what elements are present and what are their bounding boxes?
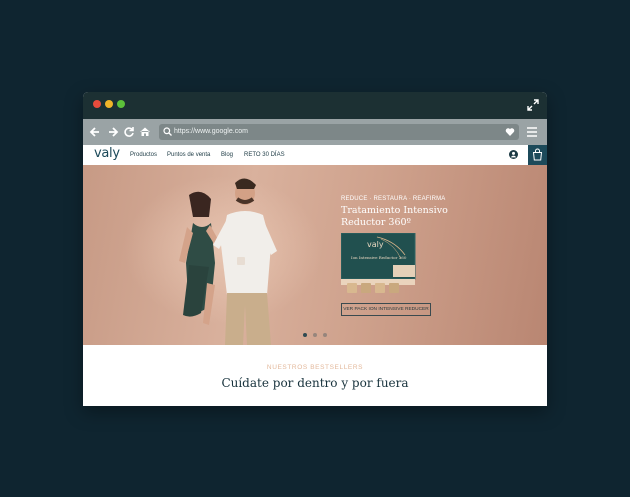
url-text: https://www.google.com xyxy=(174,128,248,135)
address-bar[interactable]: https://www.google.com xyxy=(159,124,519,140)
user-account-icon[interactable] xyxy=(509,150,518,159)
back-arrow-icon[interactable] xyxy=(89,125,101,139)
hero-tagline: REDUCE · RESTAURA · REAFIRMA xyxy=(341,196,446,202)
site-navigation: valy Productos Puntos de venta Blog RETO… xyxy=(83,145,547,166)
site-logo[interactable]: valy xyxy=(94,146,120,161)
shopping-bag-icon xyxy=(532,148,543,161)
fullscreen-icon[interactable] xyxy=(527,99,539,111)
browser-toolbar: https://www.google.com xyxy=(83,119,547,145)
reload-icon[interactable] xyxy=(123,125,135,139)
bestsellers-title: Cuídate por dentro y por fuera xyxy=(221,376,409,390)
carousel-dot-1[interactable] xyxy=(303,333,307,337)
close-window-button[interactable] xyxy=(93,100,101,108)
nav-link-productos[interactable]: Productos xyxy=(130,151,157,159)
nav-link-blog[interactable]: Blog xyxy=(221,151,233,159)
bestsellers-section: NUESTROS BESTSELLERS Cuídate por dentro … xyxy=(83,345,547,406)
carousel-dot-3[interactable] xyxy=(323,333,327,337)
shopping-bag-button[interactable] xyxy=(528,145,547,165)
product-box-brand: valy xyxy=(367,240,384,249)
hamburger-menu-icon[interactable] xyxy=(527,125,537,139)
product-box-name: Ion Intensive Reductor 360 xyxy=(351,255,407,260)
product-box-image: valy Ion Intensive Reductor 360 xyxy=(341,233,416,293)
browser-window: https://www.google.com valy Productos Pu… xyxy=(83,92,547,406)
carousel-dot-2[interactable] xyxy=(313,333,317,337)
view-pack-button-label: VER PACK ION INTENSIVE REDUCER xyxy=(343,307,429,312)
search-icon xyxy=(163,127,172,136)
window-titlebar xyxy=(83,92,547,119)
heart-icon[interactable] xyxy=(505,126,515,138)
home-icon[interactable] xyxy=(139,125,151,139)
minimize-window-button[interactable] xyxy=(105,100,113,108)
maximize-window-button[interactable] xyxy=(117,100,125,108)
bestsellers-label: NUESTROS BESTSELLERS xyxy=(266,364,364,371)
hero-banner[interactable]: REDUCE · RESTAURA · REAFIRMA Tratamiento… xyxy=(83,165,547,345)
view-pack-button[interactable]: VER PACK ION INTENSIVE REDUCER xyxy=(341,303,431,316)
nav-link-reto-30-dias[interactable]: RETO 30 DÍAS xyxy=(244,151,285,159)
forward-arrow-icon[interactable] xyxy=(107,125,119,139)
nav-link-puntos-de-venta[interactable]: Puntos de venta xyxy=(167,151,210,159)
hero-title: Tratamiento Intensivo Reductor 360º xyxy=(341,205,448,228)
hero-models-image xyxy=(179,178,277,345)
